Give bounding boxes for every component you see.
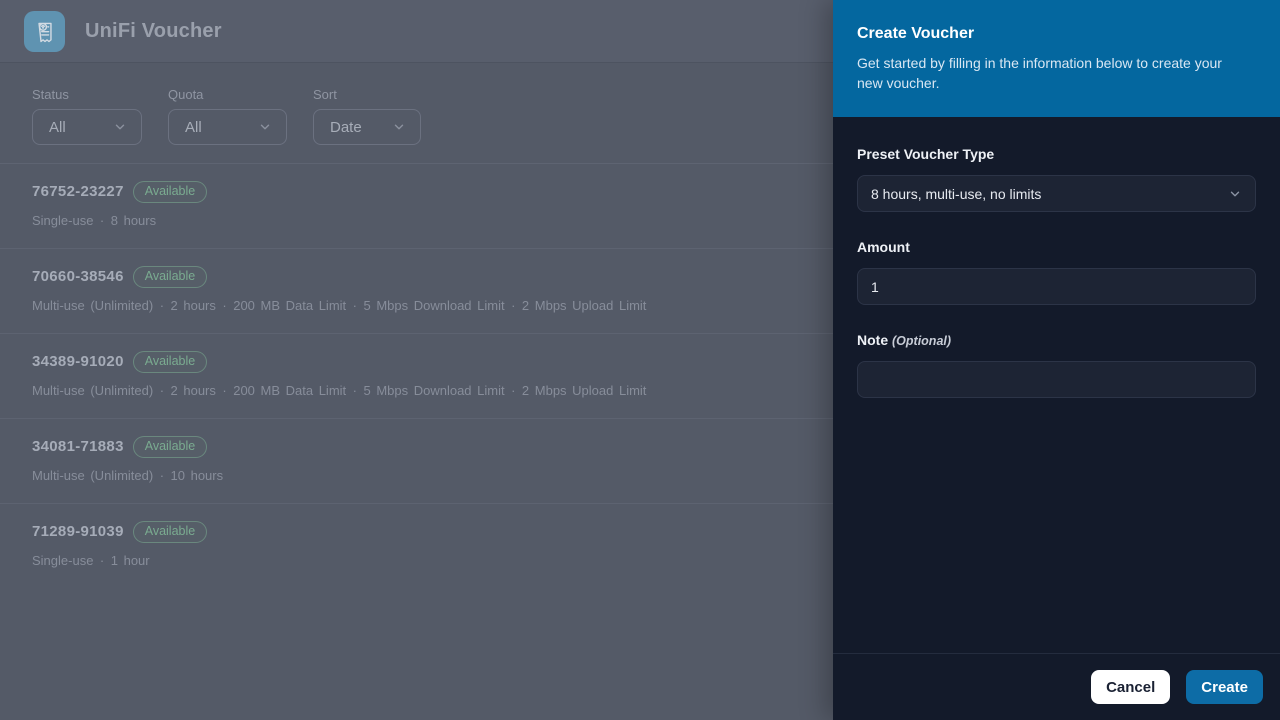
- cancel-button[interactable]: Cancel: [1091, 670, 1170, 704]
- voucher-code: 34081-71883: [32, 438, 124, 455]
- amount-field: Amount: [857, 239, 1256, 305]
- chevron-down-icon: [392, 120, 406, 134]
- preset-voucher-type-select[interactable]: 8 hours, multi-use, no limits: [857, 175, 1256, 212]
- quota-select[interactable]: All: [168, 109, 287, 145]
- chevron-down-icon: [113, 120, 127, 134]
- filter-status: Status All: [32, 87, 142, 145]
- drawer-footer: Cancel Create: [833, 653, 1280, 720]
- status-select-value: All: [49, 119, 66, 136]
- app-logo: [24, 11, 65, 52]
- chevron-down-icon: [1228, 187, 1242, 201]
- note-input[interactable]: [857, 361, 1256, 398]
- amount-field-label: Amount: [857, 239, 1256, 255]
- voucher-status-badge: Available: [133, 521, 208, 543]
- amount-input[interactable]: [857, 268, 1256, 305]
- note-optional-hint: (Optional): [892, 334, 951, 348]
- preset-field: Preset Voucher Type 8 hours, multi-use, …: [857, 146, 1256, 212]
- voucher-status-badge: Available: [133, 181, 208, 203]
- app-title: UniFi Voucher: [85, 20, 222, 43]
- drawer-body: Preset Voucher Type 8 hours, multi-use, …: [833, 117, 1280, 653]
- voucher-code: 76752-23227: [32, 183, 124, 200]
- voucher-code: 70660-38546: [32, 268, 124, 285]
- voucher-code: 71289-91039: [32, 523, 124, 540]
- voucher-status-badge: Available: [133, 436, 208, 458]
- filter-quota-label: Quota: [168, 87, 287, 102]
- filter-quota: Quota All: [168, 87, 287, 145]
- voucher-status-badge: Available: [133, 351, 208, 373]
- preset-select-value: 8 hours, multi-use, no limits: [871, 186, 1041, 202]
- note-field: Note (Optional): [857, 332, 1256, 398]
- filter-status-label: Status: [32, 87, 142, 102]
- sort-select-value: Date: [330, 119, 362, 136]
- quota-select-value: All: [185, 119, 202, 136]
- sort-select[interactable]: Date: [313, 109, 421, 145]
- drawer-subtitle: Get started by filling in the informatio…: [857, 53, 1247, 93]
- create-voucher-drawer: Create Voucher Get started by filling in…: [833, 0, 1280, 720]
- chevron-down-icon: [258, 120, 272, 134]
- voucher-receipt-icon: [32, 18, 58, 44]
- preset-field-label: Preset Voucher Type: [857, 146, 1256, 162]
- create-button[interactable]: Create: [1186, 670, 1263, 704]
- filter-sort-label: Sort: [313, 87, 421, 102]
- status-select[interactable]: All: [32, 109, 142, 145]
- drawer-title: Create Voucher: [857, 25, 1256, 43]
- voucher-status-badge: Available: [133, 266, 208, 288]
- drawer-header: Create Voucher Get started by filling in…: [833, 0, 1280, 117]
- note-field-label: Note (Optional): [857, 332, 1256, 348]
- filter-sort: Sort Date: [313, 87, 421, 145]
- voucher-code: 34389-91020: [32, 353, 124, 370]
